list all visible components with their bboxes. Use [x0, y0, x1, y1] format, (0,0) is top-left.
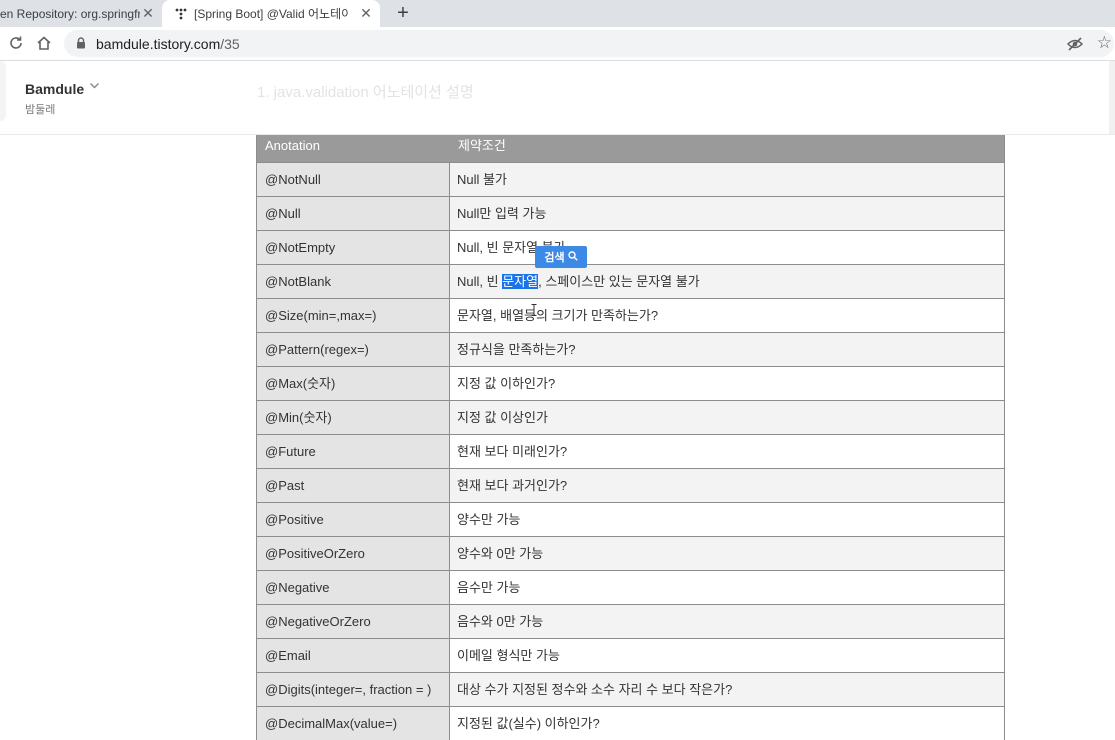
- table-row: @Min(숫자) 지정 값 이상인가: [257, 400, 1004, 434]
- annotation-cell: @Pattern(regex=): [257, 333, 450, 366]
- constraint-cell: 양수만 가능: [450, 503, 1004, 536]
- constraint-cell: 대상 수가 지정된 정수와 소수 자리 수 보다 작은가?: [450, 673, 1004, 706]
- close-icon[interactable]: ✕: [358, 5, 374, 21]
- constraint-cell: 지정 값 이하인가?: [450, 367, 1004, 400]
- annotation-cell: @Future: [257, 435, 450, 468]
- annotation-cell: @Email: [257, 639, 450, 672]
- constraint-cell: 지정된 값(실수) 이하인가?: [450, 707, 1004, 740]
- blog-header: Bamdule 밤둘레 1. java.validation 어노테이션 설명: [0, 61, 1115, 135]
- text-cursor-icon: [531, 303, 537, 316]
- constraint-cell: Null 불가: [450, 163, 1004, 196]
- reload-icon[interactable]: [6, 33, 26, 53]
- tab-maven-repository[interactable]: en Repository: org.springframework ✕: [0, 0, 162, 27]
- annotation-cell: @NotNull: [257, 163, 450, 196]
- table-header: Anotation 제약조건: [257, 135, 1004, 162]
- constraint-text-before: Null, 빈: [457, 274, 503, 289]
- constraint-cell: 현재 보다 과거인가?: [450, 469, 1004, 502]
- table-row: @Null Null만 입력 가능: [257, 196, 1004, 230]
- search-popup-button[interactable]: 검색: [535, 246, 587, 268]
- constraint-cell: 음수만 가능: [450, 571, 1004, 604]
- tab-title: [Spring Boot] @Valid 어노테이션: [194, 7, 349, 21]
- annotation-cell: @NotBlank: [257, 265, 450, 298]
- home-icon[interactable]: [34, 33, 54, 53]
- star-icon[interactable]: ☆: [1097, 33, 1112, 53]
- tab-strip: en Repository: org.springframework ✕ [Sp…: [0, 0, 1115, 27]
- close-icon[interactable]: ✕: [140, 5, 156, 21]
- tab-spring-boot-valid[interactable]: [Spring Boot] @Valid 어노테이션 ✕: [162, 0, 380, 27]
- url-text: bamdule.tistory.com/35: [96, 36, 240, 52]
- table-row: @Digits(integer=, fraction = ) 대상 수가 지정된 …: [257, 672, 1004, 706]
- url-path: /35: [220, 36, 240, 52]
- blog-subtitle: 밤둘레: [25, 104, 56, 116]
- annotation-cell: @NegativeOrZero: [257, 605, 450, 638]
- annotation-cell: @NotEmpty: [257, 231, 450, 264]
- constraint-cell: Null, 빈 문자열, 스페이스만 있는 문자열 불가: [450, 265, 1004, 298]
- constraint-cell: 이메일 형식만 가능: [450, 639, 1004, 672]
- section-heading: 1. java.validation 어노테이션 설명: [257, 84, 474, 101]
- table-row: @Pattern(regex=) 정규식을 만족하는가?: [257, 332, 1004, 366]
- profile-image-edge: [0, 61, 6, 121]
- blog-name[interactable]: Bamdule: [25, 81, 84, 97]
- constraint-text-after: , 스페이스만 있는 문자열 불가: [538, 274, 700, 289]
- table-row: @Negative 음수만 가능: [257, 570, 1004, 604]
- column-header-constraint: 제약조건: [458, 138, 506, 153]
- lock-icon[interactable]: [74, 36, 88, 50]
- eye-off-icon[interactable]: [1066, 35, 1084, 53]
- table-row: @Max(숫자) 지정 값 이하인가?: [257, 366, 1004, 400]
- constraint-cell: 지정 값 이상인가: [450, 401, 1004, 434]
- annotation-cell: @Size(min=,max=): [257, 299, 450, 332]
- table-row: @Future 현재 보다 미래인가?: [257, 434, 1004, 468]
- constraint-cell: 음수와 0만 가능: [450, 605, 1004, 638]
- table-row: @NotEmpty Null, 빈 문자열 불가: [257, 230, 1004, 264]
- annotation-cell: @Min(숫자): [257, 401, 450, 434]
- browser-toolbar: bamdule.tistory.com/35 ☆: [0, 27, 1115, 61]
- url-host: bamdule.tistory.com: [96, 36, 221, 52]
- table-row: @Email 이메일 형식만 가능: [257, 638, 1004, 672]
- table-row: @Positive 양수만 가능: [257, 502, 1004, 536]
- table-row: @Size(min=,max=) 문자열, 배열등의 크기가 만족하는가?: [257, 298, 1004, 332]
- search-popup-label: 검색: [544, 252, 565, 264]
- scrollbar[interactable]: [1109, 61, 1115, 134]
- constraint-cell: 양수와 0만 가능: [450, 537, 1004, 570]
- constraint-cell: Null만 입력 가능: [450, 197, 1004, 230]
- address-bar[interactable]: bamdule.tistory.com/35 ☆: [64, 30, 1114, 57]
- table-row: @NotNull Null 불가: [257, 162, 1004, 196]
- annotation-cell: @Past: [257, 469, 450, 502]
- annotation-cell: @Max(숫자): [257, 367, 450, 400]
- table-row: @Past 현재 보다 과거인가?: [257, 468, 1004, 502]
- tab-title: en Repository: org.springframework: [0, 6, 140, 21]
- annotation-cell: @DecimalMax(value=): [257, 707, 450, 740]
- table-row: @PositiveOrZero 양수와 0만 가능: [257, 536, 1004, 570]
- constraint-cell: 정규식을 만족하는가?: [450, 333, 1004, 366]
- tistory-favicon-icon: [174, 7, 188, 21]
- annotation-cell: @Negative: [257, 571, 450, 604]
- table-row: @DecimalMax(value=) 지정된 값(실수) 이하인가?: [257, 706, 1004, 740]
- annotation-cell: @PositiveOrZero: [257, 537, 450, 570]
- column-header-annotation: Anotation: [265, 138, 320, 153]
- annotation-cell: @Null: [257, 197, 450, 230]
- chevron-down-icon[interactable]: [89, 80, 100, 94]
- validation-table: Anotation 제약조건 @NotNull Null 불가 @Null Null…: [256, 135, 1005, 740]
- new-tab-button[interactable]: +: [392, 2, 414, 24]
- table-row: @NegativeOrZero 음수와 0만 가능: [257, 604, 1004, 638]
- search-icon: [567, 250, 578, 264]
- constraint-cell: Null, 빈 문자열 불가: [450, 231, 1004, 264]
- constraint-cell: 현재 보다 미래인가?: [450, 435, 1004, 468]
- annotation-cell: @Digits(integer=, fraction = ): [257, 673, 450, 706]
- annotation-cell: @Positive: [257, 503, 450, 536]
- table-row: @NotBlank Null, 빈 문자열, 스페이스만 있는 문자열 불가: [257, 264, 1004, 298]
- selected-text[interactable]: 문자열: [502, 274, 539, 289]
